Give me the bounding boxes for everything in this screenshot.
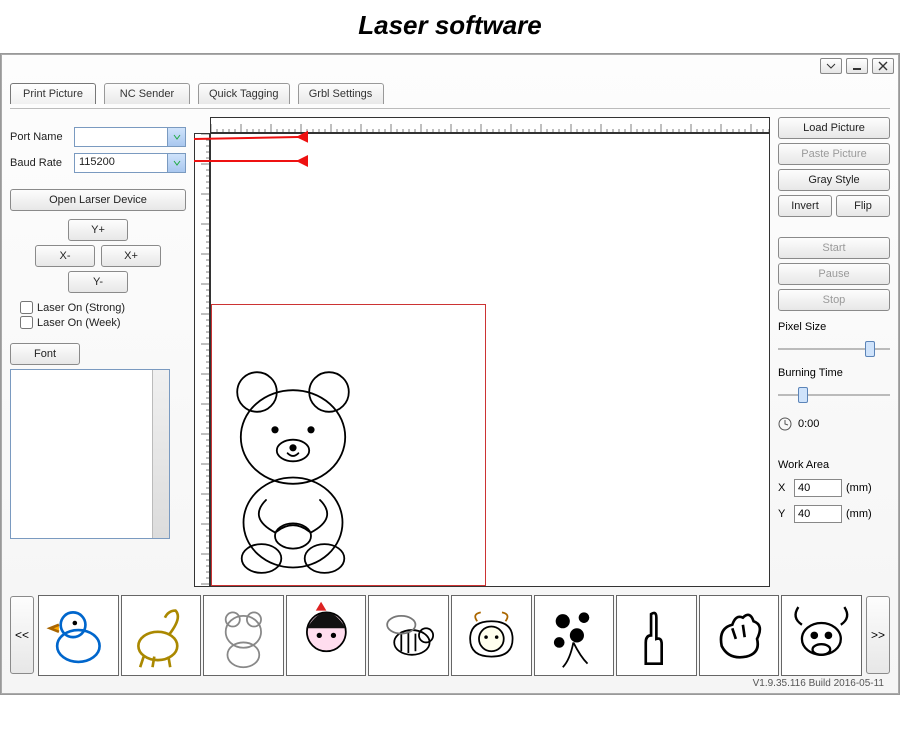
pixel-size-slider[interactable] xyxy=(778,341,890,357)
pixel-size-label: Pixel Size xyxy=(778,321,890,333)
invert-button[interactable]: Invert xyxy=(778,195,832,217)
gray-style-button[interactable]: Gray Style xyxy=(778,169,890,191)
canvas-area xyxy=(194,117,770,587)
baud-rate-label: Baud Rate xyxy=(10,157,68,169)
thumb-fist[interactable] xyxy=(699,595,780,676)
app-frame: Print Picture NC Sender Quick Tagging Gr… xyxy=(0,53,900,695)
thumb-horse[interactable] xyxy=(121,595,202,676)
canvas[interactable] xyxy=(210,133,770,587)
ruler-horizontal xyxy=(210,117,770,133)
thumb-duck[interactable] xyxy=(38,595,119,676)
page-title: Laser software xyxy=(0,10,900,41)
gallery-prev-button[interactable]: << xyxy=(10,596,34,674)
bear-drawing xyxy=(210,344,383,584)
laser-strong-checkbox[interactable] xyxy=(20,301,33,314)
window-dropdown-icon[interactable] xyxy=(820,58,842,74)
text-input-area[interactable] xyxy=(10,369,170,539)
thumb-sheep[interactable] xyxy=(451,595,532,676)
chevron-down-icon xyxy=(167,128,185,146)
clock-value: 0:00 xyxy=(798,418,819,430)
jog-x-plus-button[interactable]: X+ xyxy=(101,245,161,267)
baud-rate-value: 115200 xyxy=(75,154,119,170)
thumb-flowers[interactable] xyxy=(534,595,615,676)
tabstrip: Print Picture NC Sender Quick Tagging Gr… xyxy=(10,83,890,104)
window: Print Picture NC Sender Quick Tagging Gr… xyxy=(1,54,899,694)
laser-strong-label: Laser On (Strong) xyxy=(37,302,125,314)
jog-y-minus-button[interactable]: Y- xyxy=(68,271,128,293)
work-area-x-label: X xyxy=(778,482,790,494)
clock-icon xyxy=(778,417,792,431)
jog-pad: Y+ X- X+ Y- xyxy=(28,219,168,293)
port-name-label: Port Name xyxy=(10,131,68,143)
baud-rate-combo[interactable]: 115200 xyxy=(74,153,186,173)
stop-button[interactable]: Stop xyxy=(778,289,890,311)
tab-grbl-settings[interactable]: Grbl Settings xyxy=(298,83,384,104)
close-button[interactable] xyxy=(872,58,894,74)
port-name-combo[interactable] xyxy=(74,127,186,147)
font-button[interactable]: Font xyxy=(10,343,80,365)
start-button[interactable]: Start xyxy=(778,237,890,259)
pause-button[interactable]: Pause xyxy=(778,263,890,285)
work-area-y-label: Y xyxy=(778,508,790,520)
gallery: << >> xyxy=(10,595,890,676)
thumb-bee[interactable] xyxy=(368,595,449,676)
port-name-value xyxy=(75,133,83,137)
statusbar: V1.9.35.116 Build 2016-05-11 xyxy=(10,676,890,691)
work-area-y-unit: (mm) xyxy=(846,508,872,520)
left-panel: Port Name Baud Rate 115200 Open Larser D… xyxy=(10,117,186,587)
burning-time-label: Burning Time xyxy=(778,367,890,379)
laser-week-label: Laser On (Week) xyxy=(37,317,121,329)
tab-quick-tagging[interactable]: Quick Tagging xyxy=(198,83,290,104)
work-area-x-input[interactable] xyxy=(794,479,842,497)
work-area-title: Work Area xyxy=(778,459,890,471)
thumb-bear[interactable] xyxy=(203,595,284,676)
minimize-button[interactable] xyxy=(846,58,868,74)
gallery-next-button[interactable]: >> xyxy=(866,596,890,674)
gallery-thumbs xyxy=(38,595,862,676)
tab-nc-sender[interactable]: NC Sender xyxy=(104,83,190,104)
jog-x-minus-button[interactable]: X- xyxy=(35,245,95,267)
open-laser-device-button[interactable]: Open Larser Device xyxy=(10,189,186,211)
tab-print-picture[interactable]: Print Picture xyxy=(10,83,96,104)
burning-time-slider[interactable] xyxy=(778,387,890,403)
load-picture-button[interactable]: Load Picture xyxy=(778,117,890,139)
work-area-y-input[interactable] xyxy=(794,505,842,523)
flip-button[interactable]: Flip xyxy=(836,195,890,217)
paste-picture-button[interactable]: Paste Picture xyxy=(778,143,890,165)
titlebar xyxy=(2,55,898,77)
work-area-x-unit: (mm) xyxy=(846,482,872,494)
right-panel: Load Picture Paste Picture Gray Style In… xyxy=(778,117,890,587)
thumb-bull[interactable] xyxy=(781,595,862,676)
laser-week-checkbox[interactable] xyxy=(20,316,33,329)
thumb-hand[interactable] xyxy=(616,595,697,676)
chevron-down-icon xyxy=(167,154,185,172)
ruler-vertical xyxy=(194,133,210,587)
thumb-girl[interactable] xyxy=(286,595,367,676)
jog-y-plus-button[interactable]: Y+ xyxy=(68,219,128,241)
